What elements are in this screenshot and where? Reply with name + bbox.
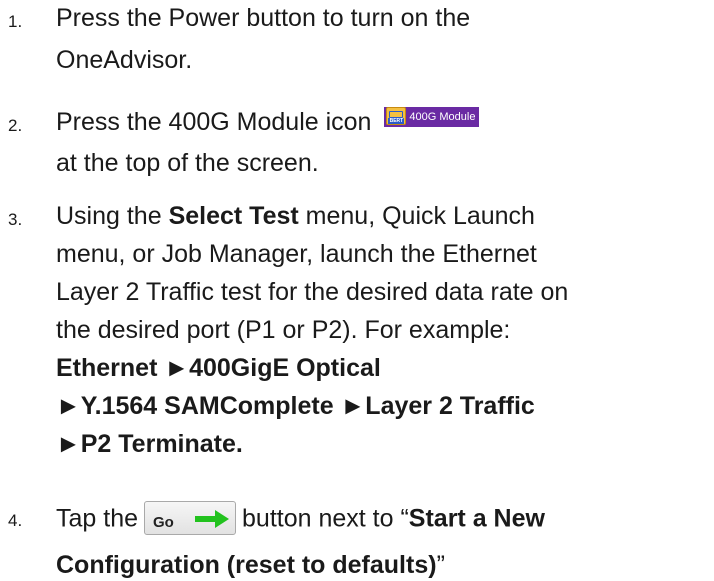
- step-text-line: at the top of the screen.: [56, 149, 319, 177]
- step-number: 3.: [8, 210, 23, 229]
- step-text-line: Press the 400G Module icon BERT 400G Mod…: [56, 107, 480, 136]
- step-text-line: OneAdvisor.: [56, 46, 193, 74]
- test-path-line: ►Y.1564 SAMComplete ►Layer 2 Traffic: [56, 392, 535, 420]
- step-text: Press the 400G Module icon: [56, 108, 372, 136]
- test-path-line: Ethernet ►400GigE Optical: [56, 354, 381, 382]
- go-button[interactable]: Go: [144, 501, 237, 535]
- step-text: menu, Quick Launch: [298, 202, 535, 230]
- step-text-line: Layer 2 Traffic test for the desired dat…: [56, 278, 569, 306]
- step-text: Using the: [56, 202, 169, 230]
- select-test-label: Select Test: [168, 202, 299, 230]
- right-arrow-icon: [195, 510, 230, 528]
- step-number: 1.: [8, 12, 23, 31]
- bert-icon-text: BERT: [388, 118, 405, 125]
- step-text-line: Configuration (reset to defaults)”: [56, 551, 445, 579]
- step-text-line: Using the Select Test menu, Quick Launch: [56, 202, 535, 230]
- test-path-line: ►P2 Terminate.: [56, 430, 243, 458]
- step-text: Tap the: [56, 504, 139, 533]
- step-number: 2.: [8, 116, 23, 135]
- bert-icon: BERT: [386, 107, 407, 126]
- step-text-line: Tap the Go button next to “Start a New: [56, 501, 545, 537]
- go-button-label: Go: [153, 514, 174, 531]
- step-text-line: menu, or Job Manager, launch the Etherne…: [56, 240, 537, 268]
- step-text: button next to “: [242, 504, 409, 533]
- module-badge[interactable]: BERT 400G Module: [384, 107, 480, 128]
- step-number: 4.: [8, 511, 23, 530]
- start-new-label: Start a New: [408, 504, 545, 533]
- step-text: ”: [436, 551, 445, 579]
- step-text-line: the desired port (P1 or P2). For example…: [56, 316, 511, 344]
- configuration-reset-label: Configuration (reset to defaults): [56, 551, 437, 579]
- module-badge-label: 400G Module: [409, 111, 476, 124]
- step-text-line: Press the Power button to turn on the: [56, 4, 471, 32]
